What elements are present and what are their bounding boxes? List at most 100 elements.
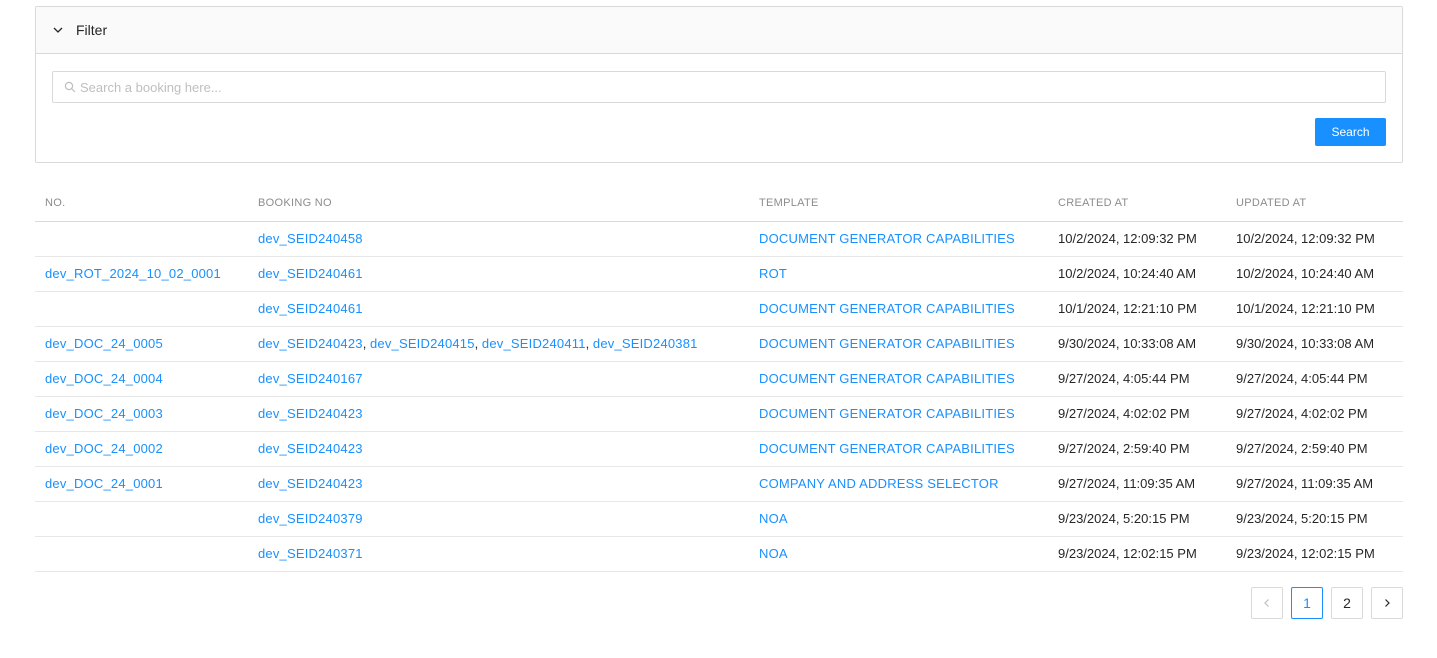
column-header-template[interactable]: TEMPLATE xyxy=(749,186,1048,222)
document-number-link[interactable]: dev_DOC_24_0004 xyxy=(45,371,163,386)
booking-link[interactable]: dev_SEID240381 xyxy=(593,336,698,351)
cell-created-at: 9/23/2024, 5:20:15 PM xyxy=(1048,501,1226,537)
cell-booking-no: dev_SEID240371 xyxy=(248,536,749,572)
document-number-link[interactable]: dev_DOC_24_0002 xyxy=(45,441,163,456)
document-number-link[interactable]: dev_ROT_2024_10_02_0001 xyxy=(45,266,221,281)
template-link[interactable]: DOCUMENT GENERATOR CAPABILITIES xyxy=(759,441,1015,456)
column-header-no[interactable]: NO. xyxy=(35,186,248,222)
cell-no: dev_DOC_24_0003 xyxy=(35,396,248,432)
table-row: dev_SEID240371 NOA 9/23/2024, 12:02:15 PM 9… xyxy=(35,536,1403,572)
search-input[interactable] xyxy=(80,79,1385,95)
cell-template: DOCUMENT GENERATOR CAPABILITIES xyxy=(749,326,1048,362)
search-button[interactable]: Search xyxy=(1315,118,1386,146)
cell-no xyxy=(35,221,248,257)
cell-template: DOCUMENT GENERATOR CAPABILITIES xyxy=(749,431,1048,467)
booking-link[interactable]: dev_SEID240423 xyxy=(258,336,363,351)
cell-booking-no: dev_SEID240423 xyxy=(248,466,749,502)
cell-created-at: 9/23/2024, 12:02:15 PM xyxy=(1048,536,1226,572)
cell-no xyxy=(35,501,248,537)
cell-template: COMPANY AND ADDRESS SELECTOR xyxy=(749,466,1048,502)
cell-no xyxy=(35,291,248,327)
template-link[interactable]: DOCUMENT GENERATOR CAPABILITIES xyxy=(759,231,1015,246)
page-button-2[interactable]: 2 xyxy=(1331,587,1363,619)
template-link[interactable]: NOA xyxy=(759,511,788,526)
template-link[interactable]: NOA xyxy=(759,546,788,561)
filter-title: Filter xyxy=(76,22,108,38)
booking-link[interactable]: dev_SEID240379 xyxy=(258,511,363,526)
table-row: dev_DOC_24_0002 dev_SEID240423 DOCUMENT GE… xyxy=(35,431,1403,467)
table-row: dev_DOC_24_0005 dev_SEID240423, dev_SEID2… xyxy=(35,326,1403,362)
booking-separator: , xyxy=(362,336,370,351)
page-button-1[interactable]: 1 xyxy=(1291,587,1323,619)
table-row: dev_DOC_24_0001 dev_SEID240423 COMPANY AND… xyxy=(35,466,1403,502)
cell-no: dev_DOC_24_0002 xyxy=(35,431,248,467)
cell-created-at: 10/2/2024, 10:24:40 AM xyxy=(1048,256,1226,292)
bookings-table: NO. BOOKING NO TEMPLATE CREATED AT UPDAT… xyxy=(35,186,1403,572)
document-number-link[interactable]: dev_DOC_24_0003 xyxy=(45,406,163,421)
column-header-created-at[interactable]: CREATED AT xyxy=(1048,186,1226,222)
table-row: dev_SEID240461 DOCUMENT GENERATOR CAPABIL… xyxy=(35,291,1403,327)
pagination: 1 2 xyxy=(1251,587,1403,619)
cell-updated-at: 10/2/2024, 12:09:32 PM xyxy=(1226,221,1403,257)
booking-link[interactable]: dev_SEID240411 xyxy=(482,336,586,351)
template-link[interactable]: DOCUMENT GENERATOR CAPABILITIES xyxy=(759,406,1015,421)
booking-separator: , xyxy=(585,336,593,351)
column-header-updated-at[interactable]: UPDATED AT xyxy=(1226,186,1403,222)
next-page-button[interactable] xyxy=(1371,587,1403,619)
cell-booking-no: dev_SEID240423 xyxy=(248,396,749,432)
booking-link[interactable]: dev_SEID240423 xyxy=(258,441,363,456)
table-row: dev_DOC_24_0004 dev_SEID240167 DOCUMENT GE… xyxy=(35,361,1403,397)
table-body: dev_SEID240458 DOCUMENT GENERATOR CAPABIL… xyxy=(35,221,1403,572)
cell-no: dev_DOC_24_0005 xyxy=(35,326,248,362)
cell-template: ROT xyxy=(749,256,1048,292)
booking-link[interactable]: dev_SEID240461 xyxy=(258,266,363,281)
cell-updated-at: 10/1/2024, 12:21:10 PM xyxy=(1226,291,1403,327)
chevron-right-icon xyxy=(1385,599,1390,607)
search-field[interactable] xyxy=(52,71,1386,103)
cell-updated-at: 9/27/2024, 4:02:02 PM xyxy=(1226,396,1403,432)
table-header-row: NO. BOOKING NO TEMPLATE CREATED AT UPDAT… xyxy=(35,186,1403,222)
table-row: dev_DOC_24_0003 dev_SEID240423 DOCUMENT GE… xyxy=(35,396,1403,432)
booking-link[interactable]: dev_SEID240423 xyxy=(258,476,363,491)
cell-template: DOCUMENT GENERATOR CAPABILITIES xyxy=(749,396,1048,432)
booking-link[interactable]: dev_SEID240461 xyxy=(258,301,363,316)
cell-no: dev_DOC_24_0001 xyxy=(35,466,248,502)
booking-link[interactable]: dev_SEID240415 xyxy=(370,336,475,351)
cell-booking-no: dev_SEID240379 xyxy=(248,501,749,537)
cell-created-at: 9/27/2024, 11:09:35 AM xyxy=(1048,466,1226,502)
filter-header[interactable]: Filter xyxy=(36,7,1402,54)
template-link[interactable]: ROT xyxy=(759,266,787,281)
table-row: dev_SEID240379 NOA 9/23/2024, 5:20:15 PM 9/… xyxy=(35,501,1403,537)
prev-page-button[interactable] xyxy=(1251,587,1283,619)
column-header-booking-no[interactable]: BOOKING NO xyxy=(248,186,749,222)
table-row: dev_SEID240458 DOCUMENT GENERATOR CAPABIL… xyxy=(35,221,1403,257)
table-row: dev_ROT_2024_10_02_0001 dev_SEID240461 ROT… xyxy=(35,256,1403,292)
document-number-link[interactable]: dev_DOC_24_0001 xyxy=(45,476,163,491)
cell-created-at: 10/1/2024, 12:21:10 PM xyxy=(1048,291,1226,327)
cell-updated-at: 9/30/2024, 10:33:08 AM xyxy=(1226,326,1403,362)
booking-link[interactable]: dev_SEID240458 xyxy=(258,231,363,246)
cell-updated-at: 10/2/2024, 10:24:40 AM xyxy=(1226,256,1403,292)
cell-updated-at: 9/27/2024, 11:09:35 AM xyxy=(1226,466,1403,502)
booking-link[interactable]: dev_SEID240167 xyxy=(258,371,363,386)
booking-separator: , xyxy=(474,336,482,351)
template-link[interactable]: DOCUMENT GENERATOR CAPABILITIES xyxy=(759,371,1015,386)
template-link[interactable]: DOCUMENT GENERATOR CAPABILITIES xyxy=(759,301,1015,316)
cell-updated-at: 9/23/2024, 5:20:15 PM xyxy=(1226,501,1403,537)
cell-booking-no: dev_SEID240458 xyxy=(248,221,749,257)
template-link[interactable]: COMPANY AND ADDRESS SELECTOR xyxy=(759,476,999,491)
booking-link[interactable]: dev_SEID240371 xyxy=(258,546,363,561)
cell-created-at: 9/27/2024, 4:02:02 PM xyxy=(1048,396,1226,432)
cell-template: DOCUMENT GENERATOR CAPABILITIES xyxy=(749,291,1048,327)
cell-booking-no: dev_SEID240461 xyxy=(248,291,749,327)
booking-link[interactable]: dev_SEID240423 xyxy=(258,406,363,421)
cell-created-at: 9/30/2024, 10:33:08 AM xyxy=(1048,326,1226,362)
cell-updated-at: 9/23/2024, 12:02:15 PM xyxy=(1226,536,1403,572)
cell-booking-no: dev_SEID240423, dev_SEID240415, dev_SEID… xyxy=(248,326,749,362)
template-link[interactable]: DOCUMENT GENERATOR CAPABILITIES xyxy=(759,336,1015,351)
chevron-down-icon[interactable] xyxy=(52,24,64,36)
document-number-link[interactable]: dev_DOC_24_0005 xyxy=(45,336,163,351)
filter-panel: Filter Search xyxy=(35,6,1403,163)
cell-created-at: 9/27/2024, 4:05:44 PM xyxy=(1048,361,1226,397)
cell-no: dev_DOC_24_0004 xyxy=(35,361,248,397)
